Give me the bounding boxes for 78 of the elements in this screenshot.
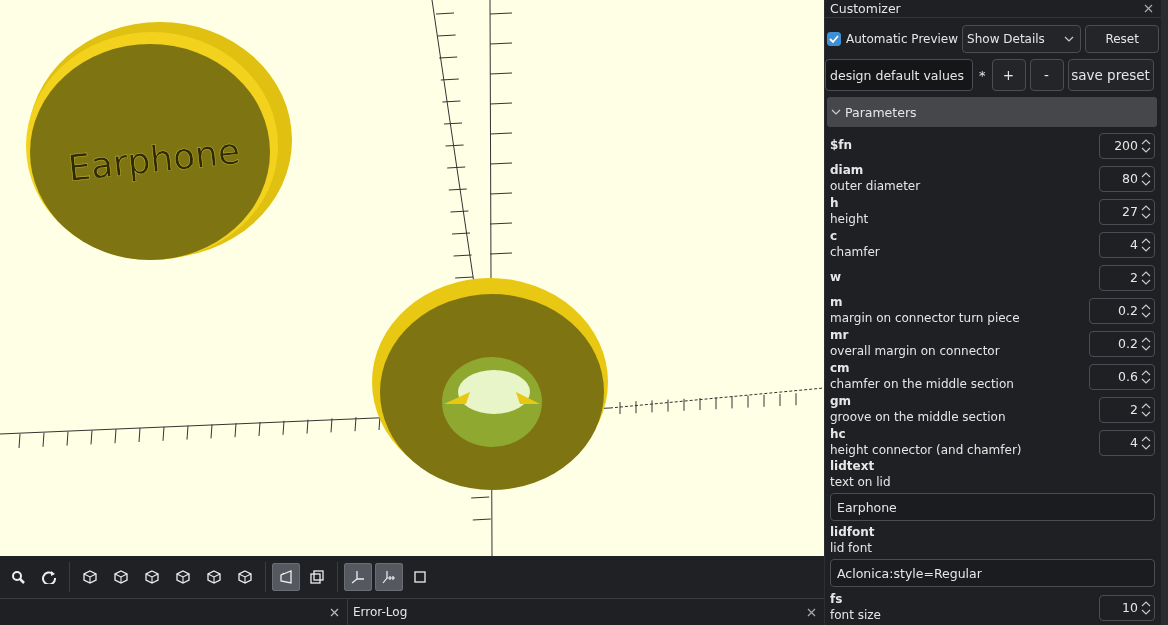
parameter-name: c <box>830 229 839 244</box>
axes-icon <box>351 570 365 584</box>
parameter-description: chamfer <box>830 244 880 260</box>
parameter-description: groove on the middle section <box>830 409 1006 425</box>
chevron-down-icon <box>1064 35 1075 43</box>
cube-icon <box>207 570 221 584</box>
parameter-description: overall margin on connector <box>830 343 1000 359</box>
parameter-name: hc <box>830 427 847 442</box>
number-spinbox[interactable]: 4 <box>1099 429 1155 456</box>
parameter-description: text on lid <box>830 474 892 490</box>
spin-arrows-icon <box>1141 434 1151 451</box>
save-preset-button[interactable]: save preset <box>1067 59 1154 91</box>
spin-arrows-icon <box>1141 137 1151 154</box>
reset-view-icon <box>42 570 56 584</box>
scale-markers-icon <box>382 570 396 584</box>
spin-arrows-icon <box>1141 269 1151 286</box>
add-preset-button[interactable]: + <box>991 59 1026 91</box>
spin-arrows-icon <box>1141 236 1151 253</box>
number-spinbox[interactable]: 200 <box>1099 132 1155 159</box>
orthogonal-icon <box>310 570 324 584</box>
chevron-down-icon <box>831 108 841 116</box>
number-spinbox[interactable]: 0.2 <box>1089 330 1155 357</box>
parameter-description: font size <box>830 607 881 623</box>
parameter-name: $fn <box>830 138 853 153</box>
spin-arrows-icon <box>1141 599 1151 616</box>
parameter-name: gm <box>830 394 853 409</box>
number-spinbox[interactable]: 2 <box>1099 396 1155 423</box>
number-spinbox[interactable]: 27 <box>1099 198 1155 225</box>
preset-dropdown[interactable]: design default values <box>825 59 973 91</box>
panel-title: Customizer <box>830 1 901 16</box>
cube-icon <box>176 570 190 584</box>
number-spinbox[interactable]: 4 <box>1099 231 1155 258</box>
details-dropdown[interactable]: Show Details <box>962 25 1082 53</box>
parameter-name: diam <box>830 163 865 178</box>
engraved-text: Earphone <box>66 130 242 189</box>
close-icon <box>1143 4 1153 13</box>
automatic-preview-checkbox[interactable]: Automatic Preview <box>827 32 959 46</box>
parameter-name: fs <box>830 592 844 607</box>
parameter-name: lidfont <box>830 525 876 540</box>
parameter-name: m <box>830 295 844 310</box>
parameter-description: margin on connector turn piece <box>830 310 1020 326</box>
parameter-name: mr <box>830 328 850 343</box>
parameter-description: height connector (and chamfer) <box>830 442 1022 458</box>
cube-icon <box>145 570 159 584</box>
error-log-tab[interactable]: Error-Log <box>353 605 408 619</box>
parameter-name: w <box>830 270 842 285</box>
number-spinbox[interactable]: 0.2 <box>1089 297 1155 324</box>
text-field[interactable]: Earphone <box>830 493 1155 521</box>
cube-icon <box>83 570 97 584</box>
parameter-description: height <box>830 211 869 227</box>
parameters-section-header[interactable]: Parameters <box>827 97 1157 127</box>
cube-icon <box>238 570 252 584</box>
spin-arrows-icon <box>1141 335 1151 352</box>
parameter-description: outer diameter <box>830 178 921 194</box>
close-icon <box>806 607 816 617</box>
parameter-description: chamfer on the middle section <box>830 376 1014 392</box>
spin-arrows-icon <box>1141 203 1151 220</box>
remove-preset-button[interactable]: - <box>1029 59 1064 91</box>
text-field[interactable]: Aclonica:style=Regular <box>830 559 1155 587</box>
spin-arrows-icon <box>1141 170 1151 187</box>
modified-indicator: * <box>978 67 987 83</box>
number-spinbox[interactable]: 10 <box>1099 594 1155 621</box>
number-spinbox[interactable]: 2 <box>1099 264 1155 291</box>
number-spinbox[interactable]: 80 <box>1099 165 1155 192</box>
zoom-icon <box>11 570 25 584</box>
spin-arrows-icon <box>1141 302 1151 319</box>
parameter-name: h <box>830 196 840 211</box>
perspective-icon <box>279 570 293 584</box>
checkmark-icon <box>829 34 839 44</box>
parameter-description: lid font <box>830 540 873 556</box>
number-spinbox[interactable]: 0.6 <box>1089 363 1155 390</box>
cube-icon <box>114 570 128 584</box>
parameter-name: lidtext <box>830 459 876 474</box>
parameter-name: cm <box>830 361 851 376</box>
spin-arrows-icon <box>1141 401 1151 418</box>
reset-button[interactable]: Reset <box>1085 25 1159 53</box>
spin-arrows-icon <box>1141 368 1151 385</box>
close-icon <box>329 607 339 617</box>
